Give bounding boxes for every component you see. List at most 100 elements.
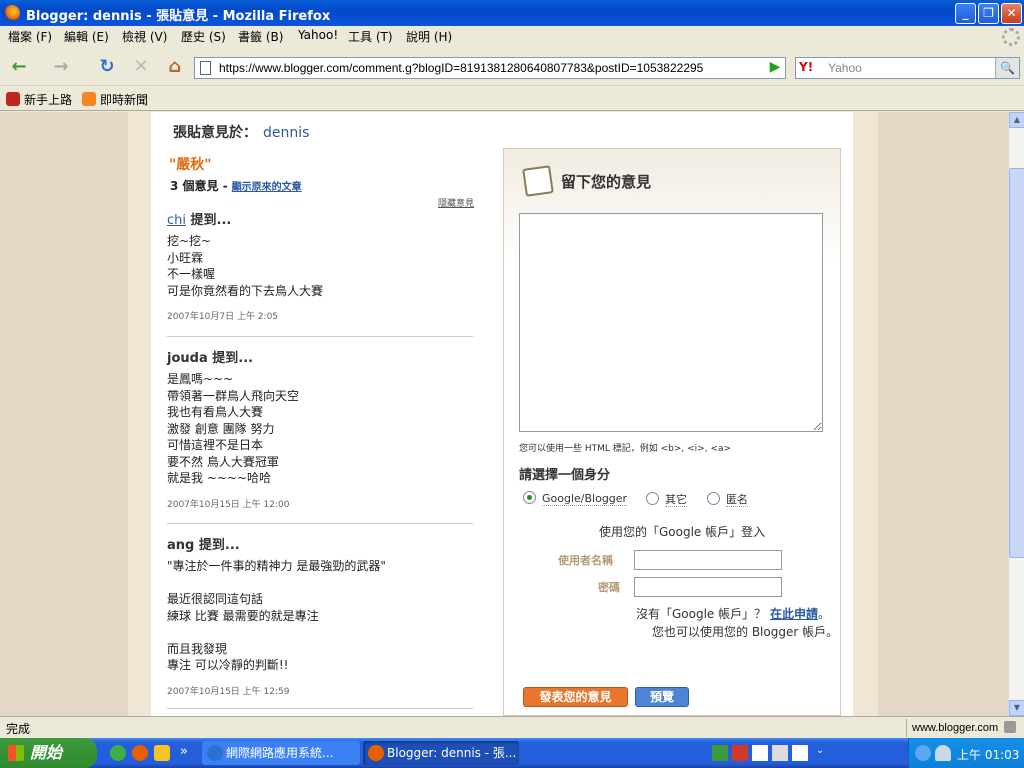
back-button[interactable]: ←	[6, 54, 32, 80]
restore-button[interactable]: ❐	[978, 3, 999, 24]
comment-line: 小旺霖	[167, 250, 204, 265]
menu-edit[interactable]: 編輯 (E)	[64, 28, 109, 45]
scroll-thumb[interactable]	[1009, 168, 1024, 558]
signin-text: 使用您的「Google 帳戶」登入	[599, 525, 766, 539]
comment-line: 我也有看鳥人大賽	[167, 405, 264, 419]
comment-line: 最近很認同這句話	[167, 592, 264, 606]
password-field[interactable]	[634, 577, 782, 597]
comment-line: 激發 創意 團隊 努力	[167, 421, 275, 436]
menu-history[interactable]: 歷史 (S)	[181, 28, 226, 45]
identity-other-radio[interactable]: 其它	[646, 491, 687, 507]
comment-line: 可是你竟然看的下去鳥人大賽	[167, 283, 324, 298]
help-icon[interactable]	[792, 745, 808, 761]
windows-logo-icon	[8, 745, 24, 761]
menu-file[interactable]: 檔案 (F)	[8, 28, 52, 45]
identity-google-radio[interactable]: Google/Blogger	[523, 491, 628, 506]
windows-taskbar: 開始 » 網際網路應用系統... Blogger: dennis - 張... …	[0, 738, 1024, 768]
go-button[interactable]: ▶	[766, 58, 784, 76]
identity-anonymous-radio[interactable]: 匿名	[707, 491, 748, 507]
password-label: 密碼	[598, 581, 620, 594]
window-title: Blogger: dennis - 張貼意見 - Mozilla Firefox	[26, 9, 331, 24]
preview-button[interactable]: 預覽	[635, 687, 689, 707]
menu-tools[interactable]: 工具 (T)	[348, 28, 393, 45]
yahoo-search-engine-icon[interactable]: Y!	[799, 60, 813, 74]
search-icon[interactable]: 🔍	[995, 58, 1019, 78]
scroll-down-icon[interactable]: ▼	[1009, 700, 1024, 716]
note-pencil-icon	[522, 165, 554, 197]
blog-author-link[interactable]: dennis	[263, 125, 309, 141]
more-quicklaunch-icon[interactable]: »	[180, 744, 188, 759]
forward-button[interactable]: →	[48, 54, 74, 80]
search-input[interactable]: Yahoo	[828, 61, 862, 75]
ime-keyboard-icon[interactable]	[772, 745, 788, 761]
form-title: 留下您的意見	[561, 173, 652, 191]
comment-author-link[interactable]: chi	[167, 213, 186, 228]
comment-line: "專注於一件事的精神力 是最強勁的武器"	[167, 559, 386, 573]
username-field[interactable]	[634, 550, 782, 570]
user-icon[interactable]	[935, 745, 951, 761]
radio-icon	[646, 492, 659, 505]
firefox-icon	[4, 5, 20, 21]
menu-help[interactable]: 說明 (H)	[406, 28, 452, 45]
publish-comment-button[interactable]: 發表您的意見	[523, 687, 628, 707]
vertical-scrollbar[interactable]: ▲ ▼	[1008, 112, 1024, 716]
throbber-icon	[1002, 28, 1020, 46]
page-icon	[200, 61, 211, 75]
tray-expand-icon[interactable]	[915, 745, 931, 761]
comment-line: 帶領著一群鳥人飛向天空	[167, 388, 300, 403]
comment-textarea[interactable]	[519, 213, 823, 432]
comment-divider	[167, 523, 473, 524]
comment-line: 挖~挖~	[167, 234, 212, 248]
menu-view[interactable]: 檢視 (V)	[122, 28, 167, 45]
comment-line: 專注 可以冷靜的判斷!!	[167, 658, 289, 672]
comment-item: ang 提到... "專注於一件事的精神力 是最強勁的武器" 最近很認同這句話 …	[167, 534, 473, 697]
start-button[interactable]: 開始	[0, 738, 97, 768]
media-player-icon[interactable]	[110, 745, 126, 761]
comment-line	[167, 624, 473, 641]
comment-author: chi 提到...	[167, 213, 232, 228]
ime-icon[interactable]	[712, 745, 728, 761]
blogger-account-text: 您也可以使用您的 Blogger 帳戶。	[652, 625, 839, 639]
bookmark-getting-started[interactable]: 新手上路	[6, 91, 72, 108]
bookmark-latest-news[interactable]: 即時新聞	[82, 91, 148, 108]
comment-date[interactable]: 2007年10月7日 上午 2:05	[167, 309, 473, 322]
ime-toggle-icon[interactable]	[752, 745, 768, 761]
comment-date[interactable]: 2007年10月15日 上午 12:00	[167, 497, 473, 510]
minimize-button[interactable]: _	[955, 3, 976, 24]
hide-comments-link[interactable]: 隱藏意見	[438, 196, 474, 209]
taskbar-item-firefox[interactable]: Blogger: dennis - 張...	[363, 741, 519, 765]
clock: 上午 01:03	[957, 748, 1020, 762]
navigation-toolbar: ← → ↻ ✕ ⌂ https://www.blogger.com/commen…	[0, 48, 1024, 86]
comment-line: 不一樣喔	[167, 267, 216, 281]
menu-yahoo[interactable]: Yahoo!	[298, 28, 338, 42]
language-bar-options-icon[interactable]: ⌄	[816, 745, 832, 761]
bookmark-icon	[6, 92, 20, 106]
page-content: 張貼意見於： dennis "嚴秋" 3 個意見 - 顯示原來的文章 隱藏意見 ch…	[0, 112, 1008, 716]
firefox-quicklaunch-icon[interactable]	[132, 745, 148, 761]
menu-bar: 檔案 (F) 編輯 (E) 檢視 (V) 歷史 (S) 書籤 (B) Yahoo…	[0, 26, 1024, 46]
comment-divider	[167, 708, 473, 709]
username-label: 使用者名稱	[558, 554, 613, 567]
html-hint: 您可以使用一些 HTML 標記，例如 <b>, <i>, <a>	[519, 444, 732, 454]
reload-button[interactable]: ↻	[94, 54, 120, 80]
comment-line: 練球 比賽 最需要的就是專注	[167, 608, 319, 623]
menu-bookmarks[interactable]: 書籤 (B)	[238, 28, 283, 45]
home-button[interactable]: ⌂	[162, 54, 188, 80]
comment-count: 3 個意見 - 顯示原來的文章	[170, 179, 302, 193]
scroll-up-icon[interactable]: ▲	[1009, 112, 1024, 128]
comment-date[interactable]: 2007年10月15日 上午 12:59	[167, 684, 473, 697]
register-link[interactable]: 在此申請	[770, 607, 818, 621]
close-button[interactable]: ✕	[1001, 3, 1022, 24]
ime-mode-icon[interactable]	[732, 745, 748, 761]
comment-form-panel: 留下您的意見 您可以使用一些 HTML 標記，例如 <b>, <i>, <a> …	[503, 148, 841, 716]
app-quicklaunch-icon[interactable]	[154, 745, 170, 761]
url-text[interactable]: https://www.blogger.com/comment.g?blogID…	[219, 61, 703, 75]
search-box[interactable]: Y! Yahoo 🔍	[795, 57, 1020, 79]
url-bar[interactable]: https://www.blogger.com/comment.g?blogID…	[194, 57, 945, 79]
window-titlebar: Blogger: dennis - 張貼意見 - Mozilla Firefox…	[0, 0, 1024, 26]
show-original-post-link[interactable]: 顯示原來的文章	[232, 182, 302, 193]
taskbar-item-ie[interactable]: 網際網路應用系統...	[202, 741, 360, 765]
radio-checked-icon	[523, 491, 536, 504]
post-title: "嚴秋"	[169, 157, 212, 173]
stop-button[interactable]: ✕	[128, 54, 154, 80]
